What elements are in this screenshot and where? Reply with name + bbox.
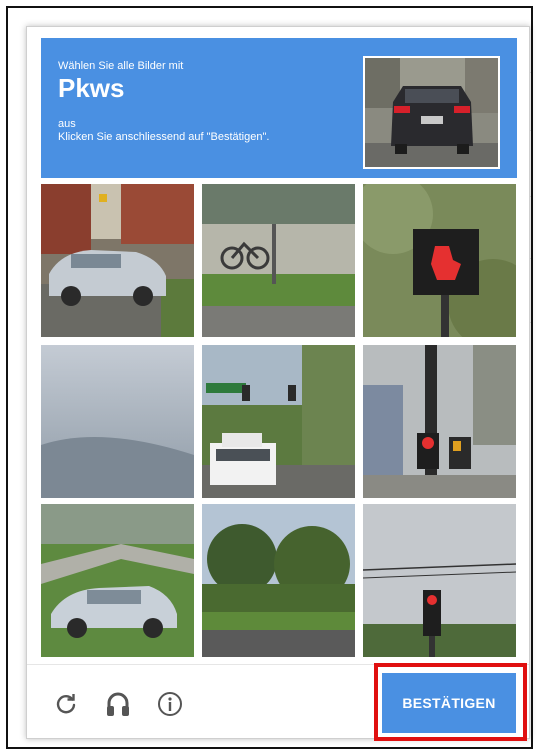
instruction-text-aus: aus xyxy=(58,118,76,130)
reload-icon[interactable] xyxy=(49,687,83,721)
captcha-dialog: Wählen Sie alle Bilder mit Pkws aus Klic… xyxy=(26,26,530,739)
sample-image xyxy=(363,56,500,169)
instruction-text: Wählen Sie alle Bilder mit xyxy=(58,60,184,72)
footer-divider xyxy=(27,664,529,665)
image-tile[interactable] xyxy=(363,504,516,657)
image-tile[interactable] xyxy=(41,184,194,337)
image-tile[interactable] xyxy=(363,184,516,337)
info-icon[interactable] xyxy=(153,687,187,721)
instruction-verify-hint: Klicken Sie anschliessend auf "Bestätige… xyxy=(58,131,270,143)
image-tile[interactable] xyxy=(41,504,194,657)
target-object-label: Pkws xyxy=(58,73,125,103)
verify-button[interactable]: BESTÄTIGEN xyxy=(382,673,516,733)
headphones-icon[interactable] xyxy=(101,687,135,721)
image-tile[interactable] xyxy=(202,184,355,337)
challenge-header: Wählen Sie alle Bilder mit Pkws aus Klic… xyxy=(41,38,517,178)
image-tile[interactable] xyxy=(202,504,355,657)
image-tile[interactable] xyxy=(202,345,355,498)
image-tile[interactable] xyxy=(41,345,194,498)
image-tile[interactable] xyxy=(363,345,516,498)
image-grid xyxy=(41,184,517,657)
